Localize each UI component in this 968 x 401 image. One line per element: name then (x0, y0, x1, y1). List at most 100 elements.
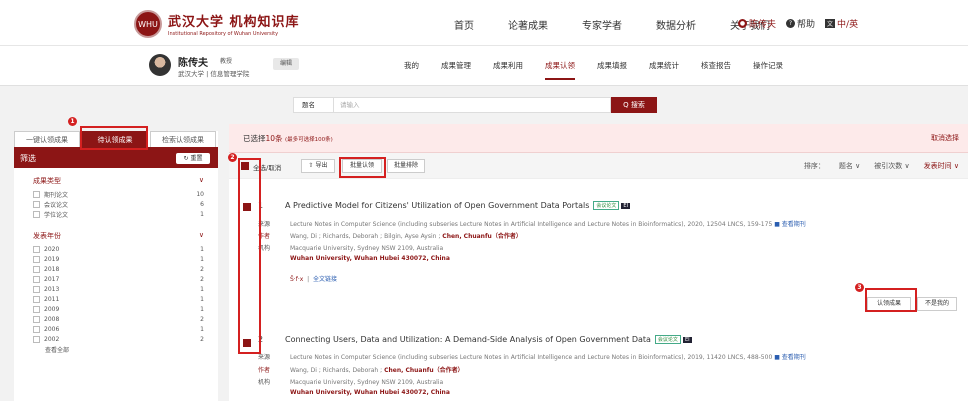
step-marker-1: 1 (68, 117, 77, 126)
subnav-log[interactable]: 操作记录 (753, 60, 783, 71)
search-input[interactable]: 请输入 (333, 97, 611, 113)
tab-one-click-claim[interactable]: 一键认领成果 (14, 131, 80, 147)
filter-year-item[interactable]: 2002 2 (33, 334, 204, 344)
sort-title[interactable]: 题名 ∨ (839, 161, 860, 171)
item-org-2: Wuhan University, Wuhan Hubei 430072, Ch… (290, 255, 450, 262)
selection-bar: 已选择10条 (最多可选择100条) 取消选择 (229, 124, 968, 153)
batch-exclude-button[interactable]: 批量排除 (387, 159, 425, 173)
checkbox[interactable] (33, 200, 40, 208)
nav-analytics[interactable]: 数据分析 (656, 17, 696, 32)
language-switch[interactable]: 文中/英 (825, 17, 858, 30)
subnav-submit[interactable]: 成果填报 (597, 60, 627, 71)
edit-profile-button[interactable]: 编辑 (273, 58, 299, 70)
selection-note: (最多可选择100条) (284, 137, 333, 143)
search-field-select[interactable]: 题名 (293, 97, 333, 113)
filter-year-item[interactable]: 2013 1 (33, 284, 204, 294)
step-marker-3: 3 (855, 283, 864, 292)
chevron-down-icon: ∨ (198, 176, 204, 184)
filter-type-section: 成果类型 ∨ 期刊论文 10 会议论文 6 学位论文 1 (14, 176, 218, 219)
item-title[interactable]: A Predictive Model for Citizens' Utiliza… (285, 201, 631, 210)
subnav-stats[interactable]: 成果统计 (649, 60, 679, 71)
not-mine-button[interactable]: 不是我的 (917, 297, 957, 311)
subnav-manage[interactable]: 成果管理 (441, 60, 471, 71)
checkbox[interactable] (33, 295, 40, 303)
item-title[interactable]: Connecting Users, Data and Utilization: … (285, 335, 692, 344)
subnav-use[interactable]: 成果利用 (493, 60, 523, 71)
site-logo[interactable]: WHU 武汉大学 机构知识库 Institutional Repository … (134, 10, 300, 38)
checkbox[interactable] (33, 275, 40, 283)
filter-type-item[interactable]: 期刊论文 10 (33, 189, 204, 199)
highlight-batch-claim (339, 157, 386, 178)
avatar (149, 54, 171, 76)
item-authors: 作者 Wang, Di ; Richards, Deborah ; Chen, C… (258, 367, 464, 374)
filter-type-toggle[interactable]: 成果类型 ∨ (33, 176, 204, 186)
sort-bar: 排序： 题名 ∨ 被引次数 ∨ 发表时间 ∨ (803, 161, 959, 171)
nav-home[interactable]: 首页 (454, 17, 474, 32)
subnav-claim[interactable]: 成果认领 (545, 60, 575, 80)
index-badge: EI (682, 336, 692, 343)
item-links: Ŝ·f·x | 全文链接 (290, 276, 337, 283)
export-button[interactable]: ⇧ 导出 (301, 159, 335, 173)
checkbox[interactable] (33, 210, 40, 218)
checkbox[interactable] (33, 245, 40, 253)
chevron-down-icon: ∨ (198, 231, 204, 239)
filter-year-item[interactable]: 2009 1 (33, 304, 204, 314)
search-button[interactable]: Q 搜索 (611, 97, 657, 113)
filter-year-item[interactable]: 2011 1 (33, 294, 204, 304)
filter-header: 筛选 ↻ 重置 (14, 149, 218, 168)
highlight-claim-button (865, 288, 917, 312)
filter-year-section: 发表年份 ∨ 2020 1 2019 1 2018 2 2017 2 2013 1 2011… (14, 231, 218, 354)
filter-year-item[interactable]: 2017 2 (33, 274, 204, 284)
cancel-selection-link[interactable]: 取消选择 (931, 124, 959, 153)
item-org-2: Wuhan University, Wuhan Hubei 430072, Ch… (290, 389, 450, 396)
user-name: 陈传夫 (178, 58, 208, 69)
journal-link[interactable]: ■ 查看期刊 (774, 221, 806, 228)
sort-date[interactable]: 发表时间 ∨ (924, 161, 959, 171)
user-bar: 陈传夫 教授 武汉大学 | 信息管理学院 编辑 我的 成果管理 成果利用 成果认… (0, 46, 968, 86)
show-all-years-link[interactable]: 查看全部 (33, 344, 204, 354)
user-affiliation: 武汉大学 | 信息管理学院 (178, 70, 250, 78)
filter-year-item[interactable]: 2020 1 (33, 244, 204, 254)
checkbox[interactable] (33, 325, 40, 333)
help-link[interactable]: ? 帮助 (786, 17, 815, 30)
checkbox[interactable] (33, 285, 40, 293)
user-link[interactable]: ● 陈传夫 (738, 17, 776, 30)
reset-button[interactable]: ↻ 重置 (176, 153, 210, 164)
nav-scholars[interactable]: 专家学者 (582, 17, 622, 32)
filter-year-item[interactable]: 2018 2 (33, 264, 204, 274)
tab-search-claim[interactable]: 检索认领成果 (150, 131, 216, 147)
highlight-pending-tab (80, 126, 148, 150)
top-utilities: ● 陈传夫 ? 帮助 文中/英 (738, 17, 868, 30)
type-badge: 会议论文 (654, 335, 681, 344)
checkbox[interactable] (33, 190, 40, 198)
item-source: 来源 Lecture Notes in Computer Science (inc… (258, 221, 806, 228)
step-marker-2: 2 (228, 153, 237, 162)
sort-citations[interactable]: 被引次数 ∨ (874, 161, 909, 171)
item-source: 来源 Lecture Notes in Computer Science (inc… (258, 354, 806, 361)
filter-type-item[interactable]: 会议论文 6 (33, 199, 204, 209)
journal-link[interactable]: ■ 查看期刊 (774, 354, 806, 361)
filter-year-item[interactable]: 2019 1 (33, 254, 204, 264)
checkbox[interactable] (33, 305, 40, 313)
filter-title: 筛选 (20, 154, 36, 163)
filter-year-item[interactable]: 2006 1 (33, 324, 204, 334)
sub-nav: 我的 成果管理 成果利用 成果认领 成果填报 成果统计 核查报告 操作记录 (404, 60, 805, 80)
logo-title: 武汉大学 机构知识库 (168, 15, 300, 30)
checkbox[interactable] (33, 315, 40, 323)
nav-achievements[interactable]: 论著成果 (508, 17, 548, 32)
checkbox[interactable] (33, 335, 40, 343)
language-icon: 文 (825, 19, 836, 28)
checkbox[interactable] (33, 265, 40, 273)
checkbox[interactable] (33, 255, 40, 263)
selection-count: 10条 (265, 134, 283, 143)
highlight-checkboxes (238, 158, 261, 354)
fulltext-link[interactable]: 全文链接 (313, 276, 337, 283)
sfx-icon[interactable]: Ŝ·f·x (290, 276, 303, 283)
result-item: 1 A Predictive Model for Citizens' Utili… (229, 179, 968, 329)
filter-year-toggle[interactable]: 发表年份 ∨ (33, 231, 204, 241)
subnav-mine[interactable]: 我的 (404, 60, 419, 71)
result-item: 2 Connecting Users, Data and Utilization… (229, 324, 968, 401)
filter-type-item[interactable]: 学位论文 1 (33, 209, 204, 219)
subnav-report[interactable]: 核查报告 (701, 60, 731, 71)
filter-year-item[interactable]: 2008 2 (33, 314, 204, 324)
